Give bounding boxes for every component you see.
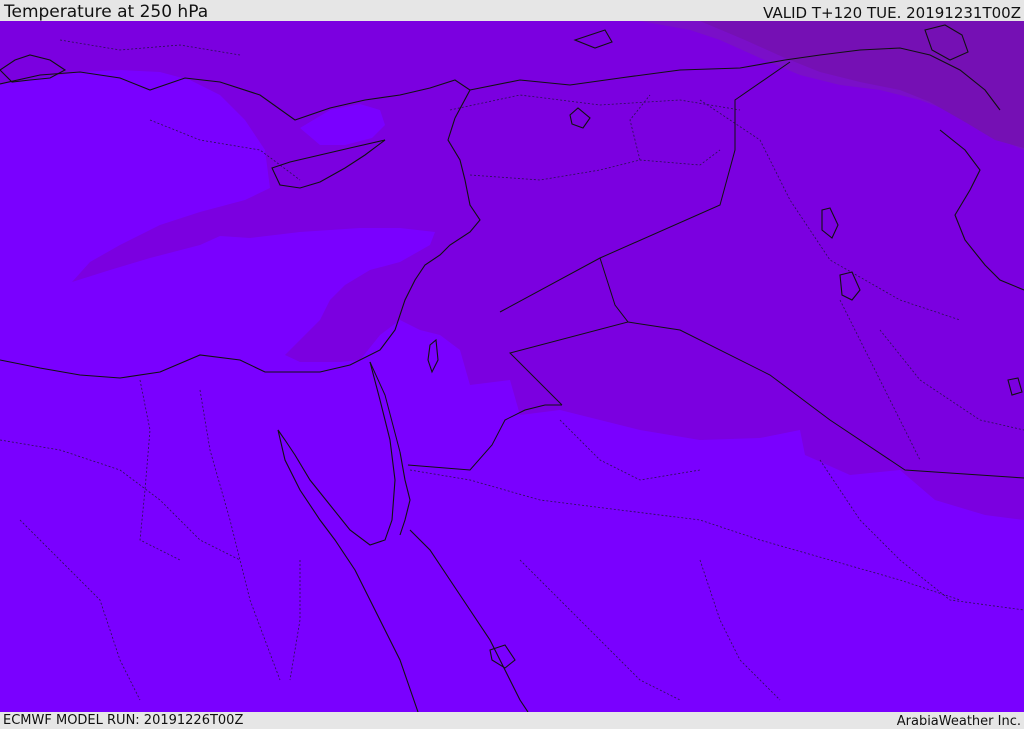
header-bar: Temperature at 250 hPa VALID T+120 TUE. … [0,0,1024,21]
temperature-map[interactable] [0,21,1024,712]
footer-bar: ECMWF MODEL RUN: 20191226T00Z ArabiaWeat… [0,712,1024,729]
valid-time: VALID T+120 TUE. 20191231T00Z [763,4,1021,22]
credit-label: ArabiaWeather Inc. [896,714,1021,729]
map-title: Temperature at 250 hPa [4,2,209,22]
model-run-label: ECMWF MODEL RUN: 20191226T00Z [3,713,244,728]
